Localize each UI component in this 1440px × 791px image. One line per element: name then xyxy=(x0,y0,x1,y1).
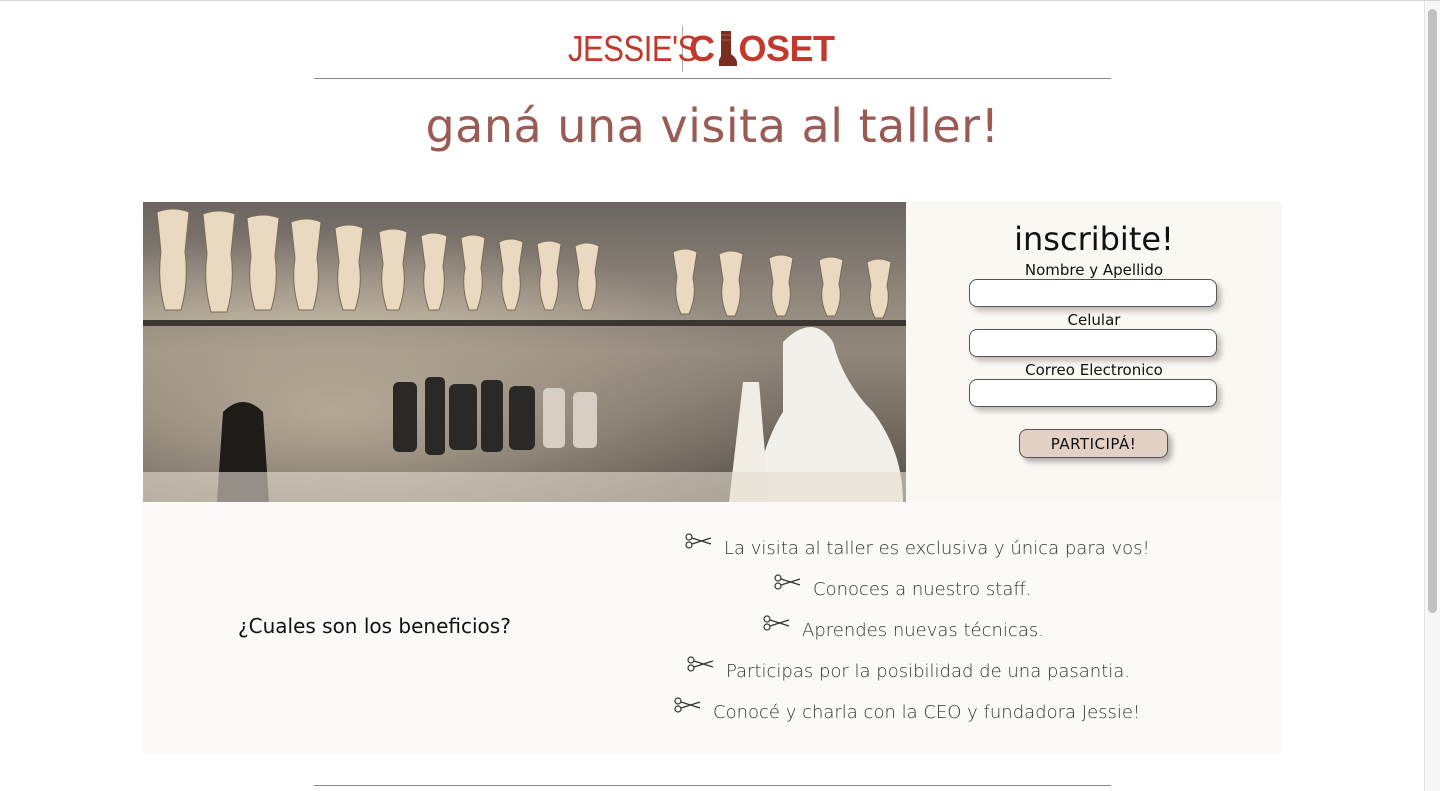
benefit-text: Conocé y charla con la CEO y fundadora J… xyxy=(713,702,1141,723)
footer-divider xyxy=(314,785,1111,786)
logo[interactable]: JESSIE'S C OSET xyxy=(568,25,835,73)
scissors-icon xyxy=(774,574,801,590)
logo-text-closet: C OSET xyxy=(689,28,835,70)
workshop-image xyxy=(143,202,906,502)
name-field[interactable] xyxy=(969,279,1217,307)
benefit-text: Conoces a nuestro staff. xyxy=(813,579,1032,600)
workshop-photo xyxy=(143,202,906,502)
benefits-section: ¿Cuales son los beneficios? La visita al… xyxy=(143,502,1281,753)
phone-label: Celular xyxy=(1067,311,1121,329)
phone-field[interactable] xyxy=(969,329,1217,357)
participate-button[interactable]: PARTICIPÁ! xyxy=(1019,429,1168,458)
header-divider xyxy=(314,78,1111,79)
benefit-text: Participas por la posibilidad de una pas… xyxy=(726,661,1131,682)
benefit-item: Participas por la posibilidad de una pas… xyxy=(686,656,1131,682)
boot-icon xyxy=(718,31,737,66)
benefit-item: Conocé y charla con la CEO y fundadora J… xyxy=(673,697,1141,723)
page-headline: ganá una visita al taller! xyxy=(425,99,1000,153)
name-label: Nombre y Apellido xyxy=(1024,261,1164,279)
form-title: inscribite! xyxy=(1014,220,1174,258)
benefit-text: La visita al taller es exclusiva y única… xyxy=(724,538,1150,559)
scissors-icon xyxy=(674,697,701,713)
scissors-icon xyxy=(685,533,712,549)
scissors-icon xyxy=(763,615,790,631)
scrollbar-thumb[interactable] xyxy=(1428,9,1437,613)
email-field[interactable] xyxy=(969,379,1217,407)
email-label: Correo Electronico xyxy=(1025,361,1163,379)
benefit-item: La visita al taller es exclusiva y única… xyxy=(684,533,1150,559)
logo-text-jessies: JESSIE'S xyxy=(568,28,698,69)
benefit-item: Conoces a nuestro staff. xyxy=(773,574,1032,600)
signup-form-panel: inscribite! Nombre y Apellido Celular Co… xyxy=(906,202,1282,502)
benefits-question: ¿Cuales son los beneficios? xyxy=(238,614,511,638)
scissors-icon xyxy=(687,656,714,672)
page-scrollbar[interactable] xyxy=(1424,1,1440,791)
benefit-item: Aprendes nuevas técnicas. xyxy=(762,615,1044,641)
benefit-text: Aprendes nuevas técnicas. xyxy=(802,620,1044,641)
logo-letters-oset: OSET xyxy=(738,28,836,69)
